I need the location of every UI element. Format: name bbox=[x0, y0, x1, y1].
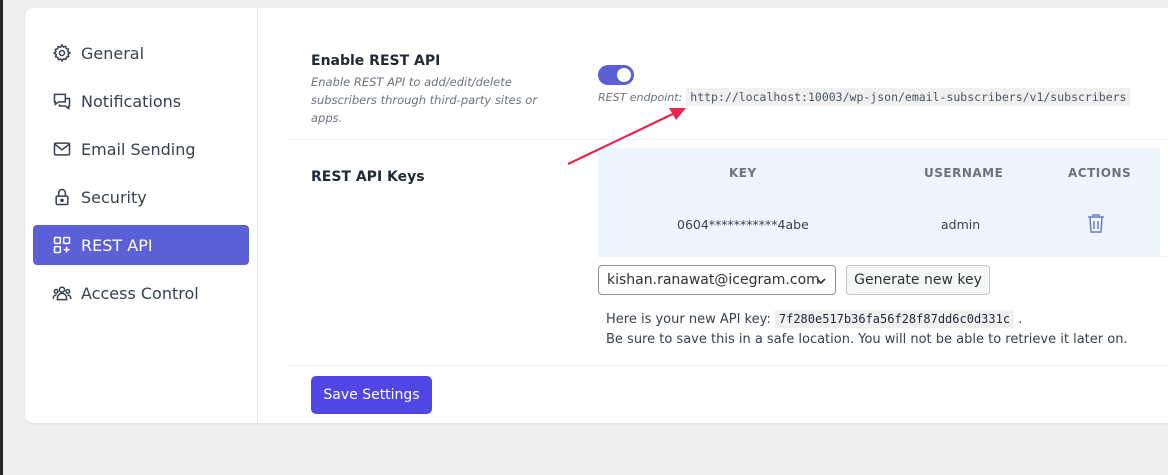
sidebar-item-access-control[interactable]: Access Control bbox=[33, 273, 249, 313]
user-select[interactable]: kishan.ranawat@icegram.com bbox=[598, 265, 836, 295]
settings-card: General Notifications Email Sending Secu… bbox=[25, 8, 1168, 423]
trash-icon[interactable] bbox=[1086, 212, 1106, 234]
column-header-actions: ACTIONS bbox=[1068, 166, 1132, 180]
sidebar-item-general[interactable]: General bbox=[33, 33, 249, 73]
column-header-key: KEY bbox=[729, 166, 757, 180]
mail-icon bbox=[51, 138, 73, 160]
api-keys-table: KEY USERNAME ACTIONS 0604***********4abe… bbox=[598, 148, 1160, 256]
sidebar-item-label: Security bbox=[81, 187, 147, 207]
new-key-prefix: Here is your new API key: bbox=[606, 312, 771, 327]
settings-sidebar: General Notifications Email Sending Secu… bbox=[25, 8, 258, 423]
lock-icon bbox=[51, 186, 73, 208]
settings-main: Enable REST API Enable REST API to add/e… bbox=[258, 8, 1168, 423]
footer-divider bbox=[288, 365, 1168, 366]
enable-rest-description: Enable REST API to add/edit/delete subsc… bbox=[311, 75, 538, 125]
api-key-username: admin bbox=[941, 217, 981, 232]
selected-user: kishan.ranawat@icegram.com bbox=[607, 272, 820, 288]
new-key-suffix: . bbox=[1018, 312, 1023, 327]
toggle-knob bbox=[617, 68, 631, 82]
sidebar-item-label: Notifications bbox=[81, 91, 182, 111]
api-key-value: 0604***********4abe bbox=[677, 217, 809, 232]
sidebar-item-label: REST API bbox=[81, 235, 153, 255]
rest-endpoint: REST endpoint: http://localhost:10003/wp… bbox=[598, 88, 1131, 106]
rest-keys-title: REST API Keys bbox=[311, 169, 425, 185]
endpoint-url: http://localhost:10003/wp-json/email-sub… bbox=[686, 88, 1131, 106]
table-divider bbox=[598, 256, 1168, 257]
column-header-username: USERNAME bbox=[924, 166, 1004, 180]
sidebar-item-label: Access Control bbox=[81, 283, 199, 303]
save-settings-button[interactable]: Save Settings bbox=[311, 376, 432, 414]
sidebar-item-rest-api[interactable]: REST API bbox=[33, 225, 249, 265]
chat-icon bbox=[51, 90, 73, 112]
users-icon bbox=[51, 282, 73, 304]
rest-api-toggle[interactable] bbox=[598, 65, 634, 85]
generate-key-button[interactable]: Generate new key bbox=[846, 265, 990, 295]
new-key-message: Here is your new API key: 7f280e517b36fa… bbox=[606, 310, 1023, 328]
enable-rest-title: Enable REST API bbox=[311, 53, 441, 69]
sidebar-item-label: General bbox=[81, 43, 145, 63]
section-divider bbox=[288, 139, 1168, 140]
sidebar-item-email-sending[interactable]: Email Sending bbox=[33, 129, 249, 169]
save-warning: Be sure to save this in a safe location.… bbox=[606, 332, 1128, 347]
new-api-key: 7f280e517b36fa56f28f87dd6c0d331c bbox=[774, 310, 1015, 328]
endpoint-label: REST endpoint: bbox=[598, 90, 683, 104]
sidebar-item-label: Email Sending bbox=[81, 139, 196, 159]
window-edge bbox=[0, 0, 3, 475]
gear-icon bbox=[51, 42, 73, 64]
apps-add-icon bbox=[51, 234, 73, 256]
sidebar-item-security[interactable]: Security bbox=[33, 177, 249, 217]
chevron-down-icon bbox=[816, 278, 826, 285]
sidebar-item-notifications[interactable]: Notifications bbox=[33, 81, 249, 121]
